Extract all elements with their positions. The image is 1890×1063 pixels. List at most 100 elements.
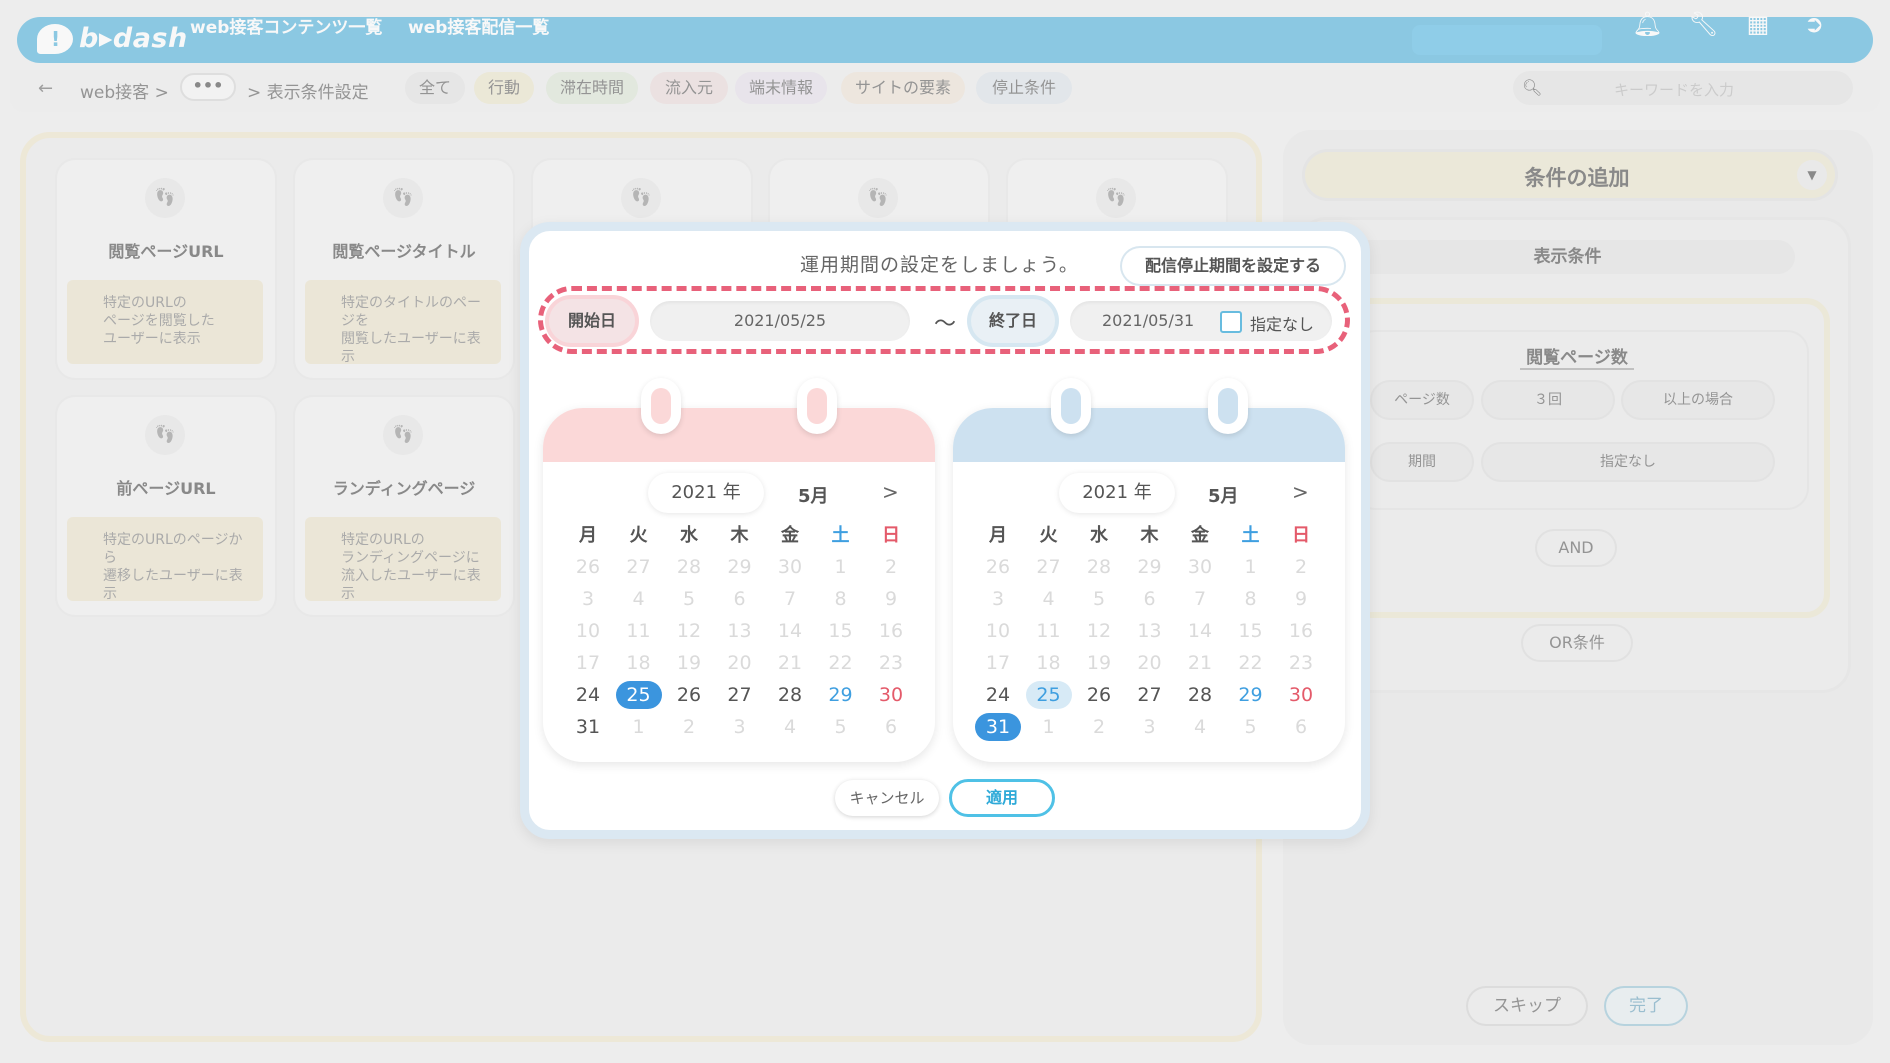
calendar-day[interactable]: 4 — [1026, 585, 1072, 613]
calendar-day[interactable]: 4 — [767, 713, 813, 741]
calendar-day[interactable]: 5 — [666, 585, 712, 613]
calendar-day[interactable]: 16 — [1278, 617, 1324, 645]
calendar-day[interactable]: 13 — [717, 617, 763, 645]
calendar-day[interactable]: 1 — [1026, 713, 1072, 741]
calendar-day[interactable]: 24 — [565, 681, 611, 709]
apply-button[interactable]: 適用 — [949, 779, 1055, 817]
calendar-day[interactable]: 27 — [616, 553, 662, 581]
calendar-day[interactable]: 19 — [1076, 649, 1122, 677]
calendar-day[interactable]: 23 — [1278, 649, 1324, 677]
weekday-label: 土 — [1241, 525, 1260, 546]
calendar-day[interactable]: 14 — [767, 617, 813, 645]
calendar-day[interactable]: 27 — [717, 681, 763, 709]
calendar-day[interactable]: 7 — [1177, 585, 1223, 613]
weekday-label: 月 — [989, 525, 1007, 546]
calendar-day[interactable]: 22 — [818, 649, 864, 677]
calendar-day[interactable]: 3 — [1127, 713, 1173, 741]
calendar-day[interactable]: 20 — [1127, 649, 1173, 677]
weekday-label: 日 — [1292, 525, 1310, 546]
set-stop-period-button[interactable]: 配信停止期間を設定する — [1122, 248, 1344, 284]
calendar-day[interactable]: 29 — [818, 681, 864, 709]
calendar-day[interactable]: 20 — [717, 649, 763, 677]
calendar-day[interactable]: 31 — [565, 713, 611, 741]
calendar-day[interactable]: 6 — [868, 713, 914, 741]
calendar-day[interactable]: 29 — [717, 553, 763, 581]
calendar-day[interactable]: 14 — [1177, 617, 1223, 645]
calendar-day[interactable]: 4 — [616, 585, 662, 613]
calendar-day[interactable]: 11 — [616, 617, 662, 645]
calendar-day[interactable]: 26 — [975, 553, 1021, 581]
calendar-day[interactable]: 5 — [1228, 713, 1274, 741]
calendar-day[interactable]: 10 — [565, 617, 611, 645]
calendar-day[interactable]: 30 — [1177, 553, 1223, 581]
start-month-label: 5月 — [798, 486, 829, 507]
start-year-selector[interactable]: 2021 年 — [648, 473, 764, 513]
calendar-day[interactable]: 23 — [868, 649, 914, 677]
calendar-day[interactable]: 26 — [666, 681, 712, 709]
calendar-day[interactable]: 25 — [615, 681, 662, 709]
calendar-day[interactable]: 11 — [1026, 617, 1072, 645]
calendar-day[interactable]: 1 — [1228, 553, 1274, 581]
calendar-day[interactable]: 26 — [1076, 681, 1122, 709]
calendar-day[interactable]: 3 — [717, 713, 763, 741]
calendar-day[interactable]: 28 — [767, 681, 813, 709]
calendar-day[interactable]: 27 — [1127, 681, 1173, 709]
start-date-field[interactable]: 2021/05/25 — [650, 301, 910, 341]
calendar-day[interactable]: 2 — [1076, 713, 1122, 741]
calendar-day[interactable]: 1 — [818, 553, 864, 581]
end-next-month-button[interactable]: > — [1292, 480, 1309, 504]
calendar-day[interactable]: 27 — [1026, 553, 1072, 581]
calendar-day[interactable]: 3 — [565, 585, 611, 613]
calendar-day[interactable]: 28 — [666, 553, 712, 581]
calendar-day[interactable]: 30 — [868, 681, 914, 709]
calendar-day[interactable]: 30 — [1278, 681, 1324, 709]
calendar-day[interactable]: 19 — [666, 649, 712, 677]
calendar-day[interactable]: 17 — [565, 649, 611, 677]
calendar-day[interactable]: 22 — [1228, 649, 1274, 677]
calendar-day[interactable]: 12 — [666, 617, 712, 645]
calendar-day[interactable]: 4 — [1177, 713, 1223, 741]
calendar-day[interactable]: 21 — [767, 649, 813, 677]
calendar-day[interactable]: 18 — [1026, 649, 1072, 677]
calendar-ring-icon — [641, 378, 681, 434]
calendar-day[interactable]: 9 — [868, 585, 914, 613]
calendar-day[interactable]: 26 — [565, 553, 611, 581]
calendar-day[interactable]: 18 — [616, 649, 662, 677]
calendar-day[interactable]: 13 — [1127, 617, 1173, 645]
calendar-day[interactable]: 2 — [868, 553, 914, 581]
weekday-label: 金 — [781, 525, 799, 546]
calendar-day[interactable]: 25 — [1025, 681, 1072, 709]
calendar-day[interactable]: 8 — [1228, 585, 1274, 613]
calendar-day[interactable]: 1 — [616, 713, 662, 741]
calendar-day[interactable]: 31 — [975, 713, 1021, 741]
start-next-month-button[interactable]: > — [882, 480, 899, 504]
calendar-day[interactable]: 29 — [1127, 553, 1173, 581]
calendar-day[interactable]: 2 — [666, 713, 712, 741]
calendar-day[interactable]: 29 — [1228, 681, 1274, 709]
cancel-button[interactable]: キャンセル — [835, 780, 939, 816]
no-end-date-checkbox[interactable] — [1220, 311, 1242, 333]
calendar-day[interactable]: 15 — [818, 617, 864, 645]
calendar-day[interactable]: 16 — [868, 617, 914, 645]
weekday-label: 火 — [629, 525, 648, 546]
calendar-day[interactable]: 6 — [1127, 585, 1173, 613]
end-year-selector[interactable]: 2021 年 — [1059, 473, 1175, 513]
calendar-day[interactable]: 9 — [1278, 585, 1324, 613]
calendar-day[interactable]: 10 — [975, 617, 1021, 645]
calendar-day[interactable]: 2 — [1278, 553, 1324, 581]
calendar-day[interactable]: 8 — [818, 585, 864, 613]
calendar-day[interactable]: 12 — [1076, 617, 1122, 645]
calendar-day[interactable]: 6 — [1278, 713, 1324, 741]
calendar-day[interactable]: 30 — [767, 553, 813, 581]
calendar-day[interactable]: 28 — [1177, 681, 1223, 709]
calendar-day[interactable]: 24 — [975, 681, 1021, 709]
calendar-day[interactable]: 7 — [767, 585, 813, 613]
calendar-day[interactable]: 28 — [1076, 553, 1122, 581]
calendar-day[interactable]: 21 — [1177, 649, 1223, 677]
calendar-day[interactable]: 15 — [1228, 617, 1274, 645]
calendar-day[interactable]: 5 — [1076, 585, 1122, 613]
calendar-day[interactable]: 3 — [975, 585, 1021, 613]
calendar-day[interactable]: 5 — [818, 713, 864, 741]
calendar-day[interactable]: 17 — [975, 649, 1021, 677]
calendar-day[interactable]: 6 — [717, 585, 763, 613]
